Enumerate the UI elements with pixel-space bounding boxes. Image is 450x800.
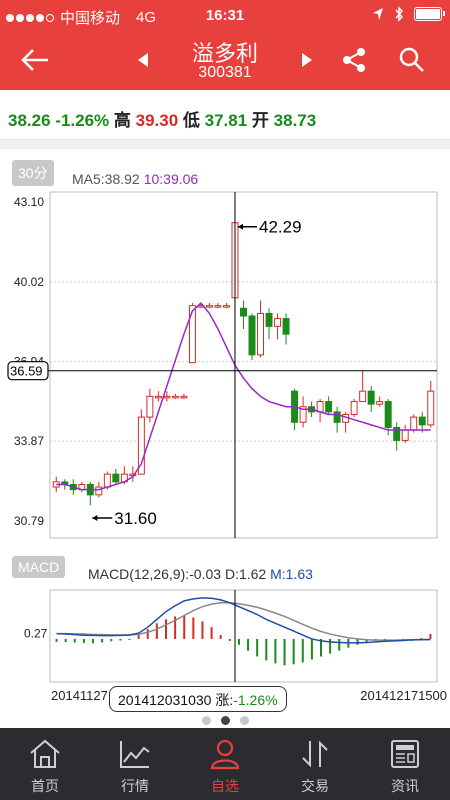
page-indicator[interactable] <box>0 716 450 725</box>
home-icon <box>30 739 60 768</box>
next-stock-button[interactable] <box>292 30 322 90</box>
open-price: 38.73 <box>273 111 317 130</box>
y-tick-label: 30.79 <box>14 514 44 528</box>
kline-chart[interactable]: 43.1040.0236.9433.8730.79 36.5942.2931.6… <box>0 190 450 540</box>
min-price-label: 31.60 <box>114 509 157 528</box>
tab-label: 交易 <box>301 778 329 794</box>
candle-body <box>146 395 154 418</box>
section-divider <box>0 139 450 149</box>
candle-body <box>316 401 324 413</box>
battery-icon <box>414 7 445 21</box>
candle-body <box>240 307 247 317</box>
high-price: 39.30 <box>135 111 179 130</box>
candle-body <box>248 315 256 356</box>
transfer-icon <box>302 740 328 768</box>
macd-params: MACD(12,26,9):-0.03 <box>88 566 222 582</box>
min-arrowhead <box>92 515 98 522</box>
cursor-price-label: 36.59 <box>10 364 43 379</box>
y-tick-label: 43.10 <box>14 195 44 209</box>
macd-y-tick: 0.27 <box>24 627 48 641</box>
candle-body <box>95 486 103 496</box>
tab-label: 资讯 <box>391 778 419 794</box>
location-icon <box>373 8 383 20</box>
high-label: 高 <box>113 111 131 130</box>
candle-body <box>410 416 418 431</box>
candle-body <box>214 305 222 308</box>
ma5-value: MA5:38.92 <box>72 171 140 187</box>
macd-m-value: M:1.63 <box>270 566 313 582</box>
candle-body <box>265 312 273 327</box>
candle-body <box>154 395 162 399</box>
candle-body <box>418 416 426 426</box>
y-tick-label: 33.87 <box>14 434 44 448</box>
x-axis-end: 201412171500 <box>360 688 447 703</box>
period-selector[interactable]: 30分 <box>12 160 54 186</box>
tab-trade[interactable]: 交易 <box>270 728 360 800</box>
cursor-time: 10:39.06 <box>143 171 199 187</box>
macd-d-value: D:1.62 <box>224 566 267 582</box>
search-button[interactable] <box>394 30 430 90</box>
stock-code: 300381 <box>198 64 252 81</box>
candle-body <box>274 318 282 327</box>
candle-body <box>376 401 384 405</box>
chart-icon <box>120 741 150 768</box>
candle-body <box>103 473 111 488</box>
share-icon <box>343 48 365 72</box>
page-dot-active[interactable] <box>220 716 230 725</box>
candle-body <box>205 305 213 308</box>
open-label: 开 <box>251 111 269 130</box>
page-dot[interactable] <box>239 716 249 725</box>
tab-label: 行情 <box>121 778 149 794</box>
tab-market[interactable]: 行情 <box>90 728 180 800</box>
candle-body <box>257 312 265 356</box>
candle-body <box>180 395 188 399</box>
search-icon <box>399 47 424 72</box>
ma-readout: MA5:38.92 10:39.06 <box>72 171 198 187</box>
tab-label: 自选 <box>211 778 239 794</box>
macd-chart[interactable]: 0.27 <box>0 588 450 684</box>
y-tick-label: 40.02 <box>14 275 44 289</box>
candle-body <box>325 401 333 413</box>
macd-readout: MACD(12,26,9):-0.03 D:1.62 M:1.63 <box>88 566 313 582</box>
candle-body <box>222 305 230 308</box>
low-price: 37.81 <box>204 111 248 130</box>
max-arrowhead <box>237 223 243 230</box>
candle-body <box>427 390 435 426</box>
low-label: 低 <box>182 111 200 130</box>
current-price: 38.26 <box>8 111 51 130</box>
candle-body <box>282 318 290 335</box>
candle-body <box>384 401 392 428</box>
cursor-change-label: 涨: <box>215 692 234 708</box>
user-icon <box>210 739 240 770</box>
candle-body <box>163 395 171 399</box>
candle-body <box>333 411 341 423</box>
candle-body <box>350 401 358 415</box>
share-button[interactable] <box>336 30 372 90</box>
news-icon <box>391 740 419 768</box>
candle-body <box>367 390 375 405</box>
status-bar: 中国移动 4G 16:31 <box>0 0 450 30</box>
max-price-label: 42.29 <box>259 218 302 237</box>
candle-body <box>359 390 367 403</box>
bluetooth-icon <box>395 6 404 22</box>
candle-body <box>112 473 120 483</box>
tab-home[interactable]: 首页 <box>0 728 90 800</box>
x-axis-start: 20141127 <box>51 688 108 703</box>
cursor-date: 201412031030 <box>118 692 212 708</box>
cursor-date-label: 201412031030 涨:-1.26% <box>109 686 287 712</box>
candle-body <box>188 305 196 364</box>
page-dot[interactable] <box>201 716 211 725</box>
tab-label: 首页 <box>31 778 59 794</box>
indicator-selector[interactable]: MACD <box>12 556 66 578</box>
bottom-tab-bar: 首页 行情 自选 交易 资讯 <box>0 728 450 800</box>
cursor-change: -1.26% <box>233 692 278 708</box>
triangle-right-icon <box>302 53 312 67</box>
candle-body <box>401 429 409 441</box>
quote-summary: 38.26 -1.26% 高 39.30 低 37.81 开 38.73 <box>8 106 316 131</box>
tab-watchlist[interactable]: 自选 <box>180 728 270 800</box>
tab-news[interactable]: 资讯 <box>360 728 450 800</box>
candle-body <box>171 395 179 399</box>
nav-bar: 溢多利 300381 <box>0 30 450 90</box>
change-percent: -1.26% <box>55 111 110 130</box>
